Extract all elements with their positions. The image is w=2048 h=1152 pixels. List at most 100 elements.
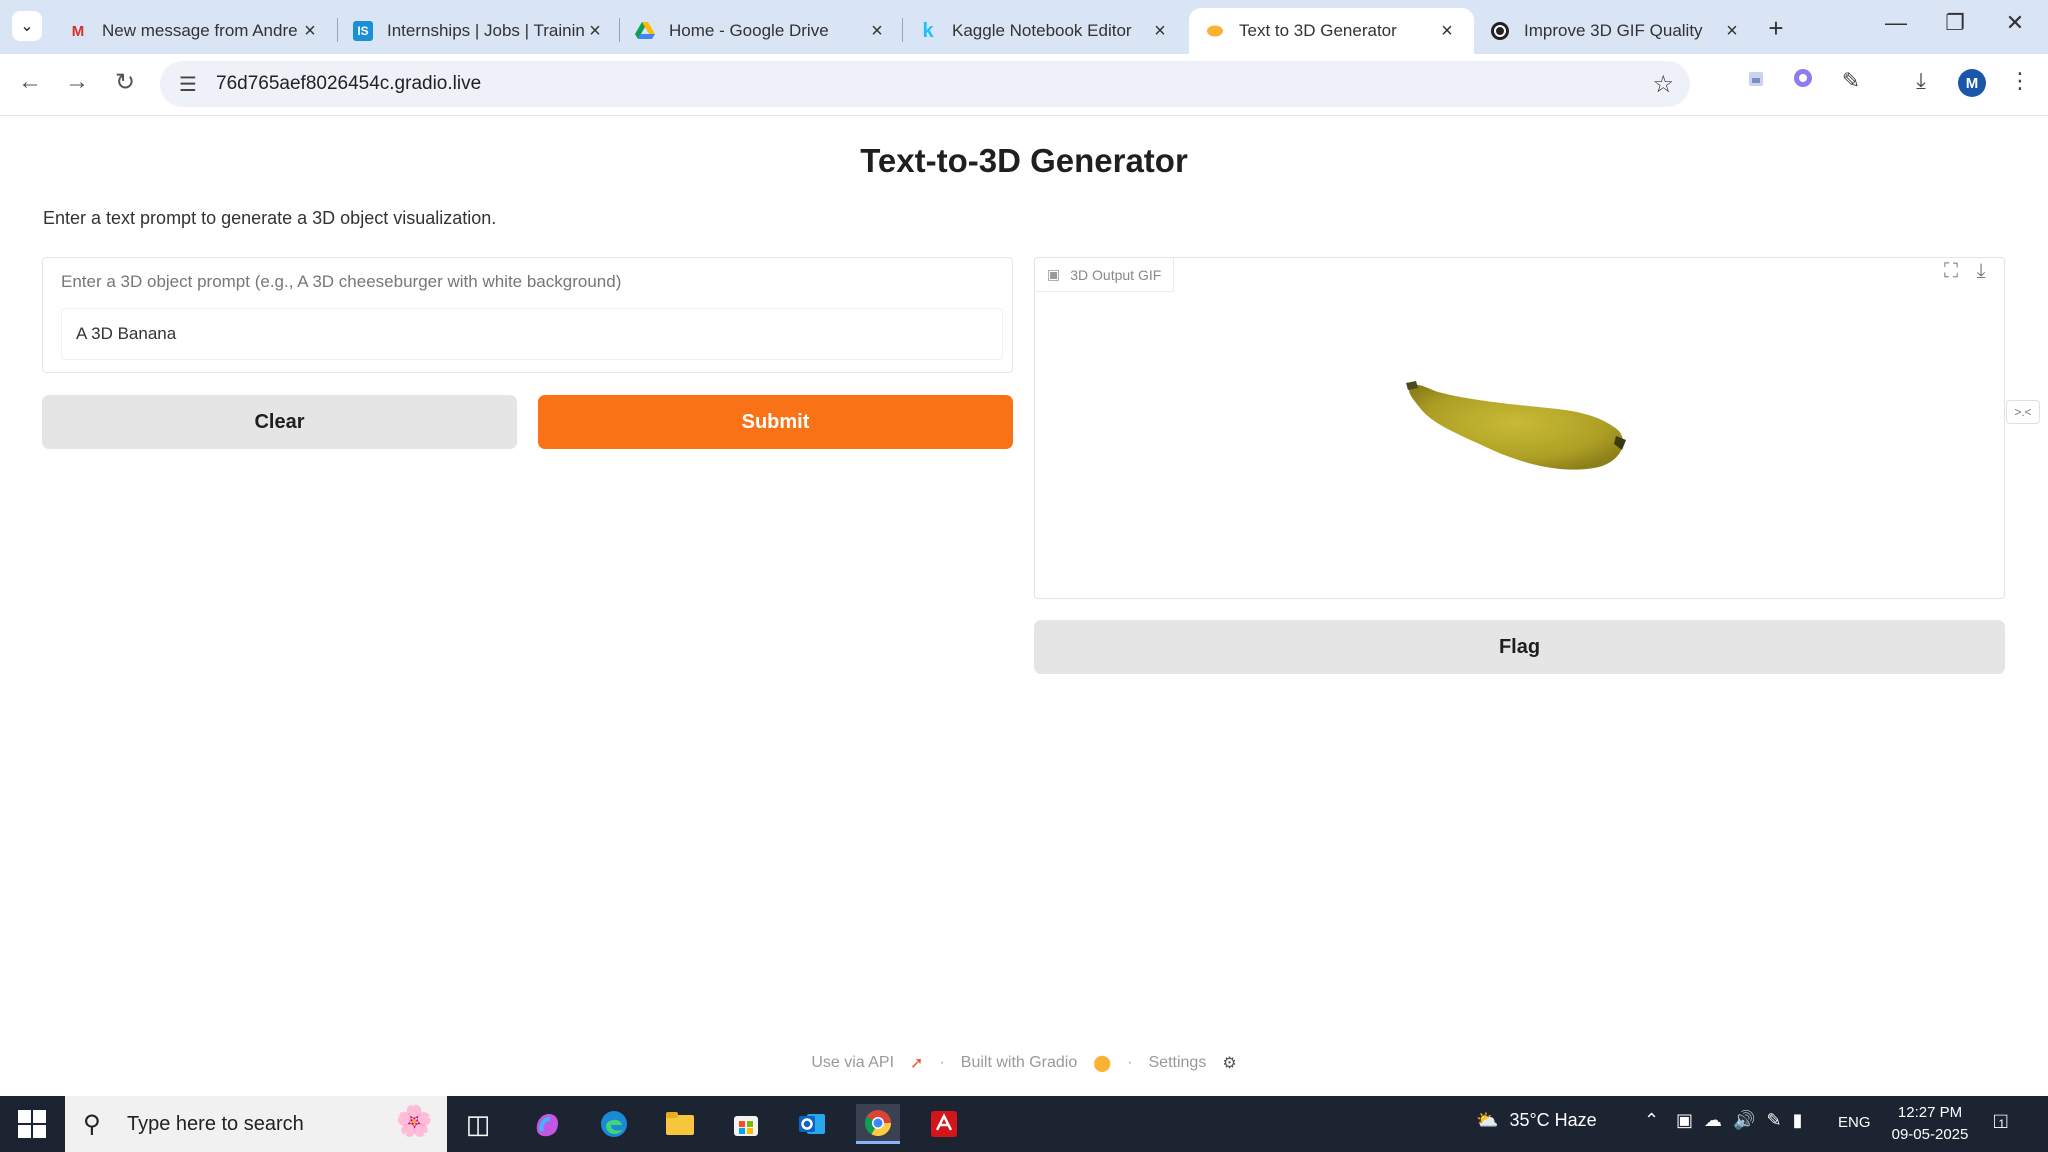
gear-icon: ⚙ [1222, 1055, 1237, 1072]
google-drive-icon [635, 21, 655, 41]
weather-widget[interactable]: ⛅ 35°C Haze [1476, 1110, 1597, 1131]
outlook-icon [799, 1114, 825, 1134]
volume-icon: 🔊 [1733, 1110, 1756, 1130]
prompt-textbox-block: Enter a 3D object prompt (e.g., A 3D che… [42, 257, 1013, 373]
start-button[interactable] [18, 1110, 46, 1138]
fullscreen-icon[interactable]: ⛶ [1938, 260, 1964, 283]
chrome-app[interactable] [856, 1104, 900, 1144]
maximize-button[interactable]: ❐ [1935, 10, 1975, 36]
tab-close-icon[interactable]: × [299, 20, 321, 43]
language-indicator[interactable]: ENG [1838, 1114, 1871, 1131]
page-title: Text-to-3D Generator [860, 142, 1188, 179]
tab-close-icon[interactable]: × [1436, 20, 1458, 43]
meet-now-icon: ▣ [1676, 1110, 1694, 1130]
browser-tab-text-to-3d[interactable]: Text to 3D Generator × [1189, 8, 1474, 54]
settings-link[interactable]: Settings [1149, 1054, 1207, 1072]
gmail-icon: M [71, 22, 85, 40]
browser-tab-kaggle[interactable]: k Kaggle Notebook Editor × [902, 8, 1187, 54]
download-icon[interactable]: ⤓ [1968, 260, 1994, 283]
browser-tab-google-drive[interactable]: Home - Google Drive × [619, 8, 904, 54]
task-view-icon: ◫ [465, 1108, 491, 1139]
file-explorer-app[interactable] [658, 1104, 702, 1144]
clear-button[interactable]: Clear [42, 395, 517, 449]
microsoft-store-app[interactable] [724, 1104, 768, 1144]
page-description: Enter a text prompt to generate a 3D obj… [43, 208, 497, 228]
chrome-icon [864, 1109, 892, 1136]
extension-icon-2[interactable] [1787, 68, 1819, 94]
kaggle-icon: k [922, 19, 934, 42]
minimize-button[interactable]: — [1876, 10, 1916, 36]
footer-separator: · [1127, 1054, 1133, 1071]
flag-button[interactable]: Flag [1034, 620, 2005, 674]
battery-icon: ▮ [1792, 1110, 1803, 1130]
built-with-gradio-link[interactable]: Built with Gradio [961, 1054, 1078, 1072]
acrobat-icon [931, 1111, 957, 1137]
windows-taskbar: ⚲ Type here to search 🌸 ◫ ⛅ 35°C Haze ⌃ … [0, 1096, 2048, 1152]
url-text: 76d765aef8026454c.gradio.live [216, 73, 482, 94]
use-via-api-link[interactable]: Use via API [811, 1054, 894, 1072]
back-button[interactable]: ← [13, 68, 47, 96]
bookmark-star-icon[interactable]: ☆ [1652, 70, 1674, 99]
task-view-button[interactable]: ◫ [456, 1104, 500, 1144]
tab-search-menu-button[interactable]: ⌄ [12, 11, 42, 41]
edge-app[interactable] [592, 1104, 636, 1144]
taskbar-search-placeholder: Type here to search [127, 1112, 304, 1135]
browser-tab-gmail[interactable]: M New message from Andre × [52, 8, 337, 54]
submit-button[interactable]: Submit [538, 395, 1013, 449]
tab-title: Internships | Jobs | Trainin [387, 21, 584, 40]
image-icon: ▣ [1047, 266, 1061, 282]
tab-close-icon[interactable]: × [1721, 20, 1743, 43]
prompt-input[interactable]: A 3D Banana [61, 308, 1003, 360]
prompt-label: Enter a 3D object prompt (e.g., A 3D che… [61, 272, 622, 291]
rocket-icon: ➚ [910, 1055, 924, 1072]
minimize-icon: — [1885, 10, 1907, 35]
tab-title: Improve 3D GIF Quality [1524, 21, 1703, 40]
browser-toolbar: ← → ↻ ☰ 76d765aef8026454c.gradio.live ☆ … [0, 54, 2048, 116]
address-bar[interactable]: ☰ 76d765aef8026454c.gradio.live ☆ [160, 61, 1690, 107]
browser-tab-internshala[interactable]: IS Internships | Jobs | Trainin × [337, 8, 622, 54]
tab-title: New message from Andre [102, 21, 298, 40]
search-icon: ⚲ [83, 1110, 101, 1138]
network-icon: ☁ [1704, 1110, 1723, 1130]
tab-title: Kaggle Notebook Editor [952, 21, 1132, 40]
chatgpt-icon [1490, 21, 1510, 41]
output-label-text: 3D Output GIF [1070, 266, 1162, 283]
taskbar-search[interactable]: ⚲ Type here to search 🌸 [65, 1096, 447, 1152]
reload-icon: ↻ [114, 69, 136, 96]
close-icon: ✕ [2005, 10, 2025, 35]
plus-icon: + [1768, 13, 1784, 43]
generated-banana-image [1398, 378, 1638, 483]
browser-tab-strip: ⌄ M New message from Andre × IS Internsh… [0, 0, 2048, 54]
tab-title: Text to 3D Generator [1239, 21, 1397, 40]
edge-icon [601, 1111, 627, 1137]
acrobat-app[interactable] [922, 1104, 966, 1144]
weather-text: 35°C Haze [1509, 1110, 1597, 1130]
tab-close-icon[interactable]: × [584, 20, 606, 43]
side-panel-toggle[interactable]: >.< [2006, 400, 2040, 424]
downloads-icon[interactable]: ⤓ [1905, 68, 1937, 94]
footer-separator: · [939, 1054, 945, 1071]
notification-center[interactable]: □ 1 [1994, 1108, 2007, 1134]
reload-button[interactable]: ↻ [108, 68, 142, 97]
extension-icon-1[interactable] [1740, 68, 1772, 94]
weather-haze-icon: ⛅ [1476, 1110, 1499, 1130]
system-tray-icons[interactable]: ▣ ☁ 🔊 ✎ ▮ [1676, 1110, 1803, 1131]
more-menu-icon[interactable]: ⋮ [2004, 68, 2036, 94]
profile-avatar[interactable]: M [1958, 69, 1986, 97]
chevron-down-icon: ⌄ [20, 18, 34, 35]
site-info-icon[interactable]: ☰ [174, 72, 202, 97]
forward-button[interactable]: → [60, 68, 94, 96]
browser-tab-chatgpt[interactable]: Improve 3D GIF Quality × [1474, 8, 1759, 54]
gradio-icon [1205, 21, 1225, 41]
output-label: ▣ 3D Output GIF [1035, 258, 1175, 292]
show-hidden-icons[interactable]: ⌃ [1644, 1110, 1659, 1131]
outlook-app[interactable] [790, 1104, 834, 1144]
close-window-button[interactable]: ✕ [1995, 10, 2035, 36]
new-tab-button[interactable]: + [1762, 13, 1790, 44]
clock[interactable]: 12:27 PM 09-05-2025 [1880, 1102, 1980, 1146]
tab-close-icon[interactable]: × [1149, 20, 1171, 43]
search-highlight-icon: 🌸 [395, 1105, 433, 1138]
extensions-puzzle-icon[interactable]: ✎ [1835, 68, 1867, 94]
copilot-app[interactable] [525, 1104, 569, 1144]
tab-close-icon[interactable]: × [866, 20, 888, 43]
